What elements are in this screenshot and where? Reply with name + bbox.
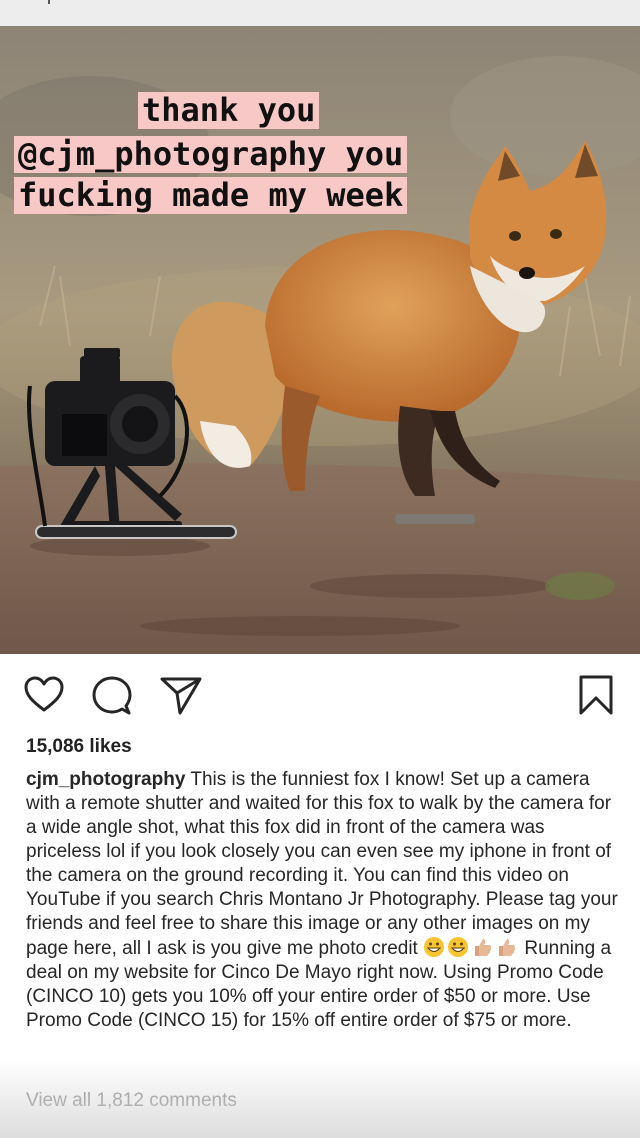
story-text-line-3: fucking made my week (14, 177, 408, 214)
grinning-face-emoji (448, 937, 469, 957)
thumbs-up-emoji (475, 939, 492, 956)
post-photo[interactable] (0, 26, 640, 654)
top-strip (0, 0, 640, 26)
post-details: 15,086 likes cjm_photography This is the… (0, 654, 640, 1138)
comment-icon[interactable] (92, 676, 132, 716)
heart-icon[interactable] (24, 676, 64, 714)
thumbs-up-emoji (499, 939, 516, 956)
paper-plane-icon[interactable] (160, 676, 202, 716)
story-text-line-1: thank you (138, 92, 320, 129)
fox-and-camera-photo (0, 26, 640, 654)
caption-text: This is the funniest fox I know! Set up … (26, 769, 618, 959)
grinning-face-emoji (424, 937, 445, 957)
action-bar (0, 654, 640, 734)
caption-username[interactable]: cjm_photography (26, 769, 185, 790)
likes-count[interactable]: 15,086 likes (26, 736, 132, 758)
bookmark-icon[interactable] (578, 674, 614, 716)
view-all-comments-link[interactable]: View all 1,812 comments (26, 1090, 237, 1112)
story-text-line-2: @cjm_photography you (14, 136, 408, 173)
post-caption: cjm_photography This is the funniest fox… (26, 768, 622, 1033)
status-mark (48, 0, 50, 4)
